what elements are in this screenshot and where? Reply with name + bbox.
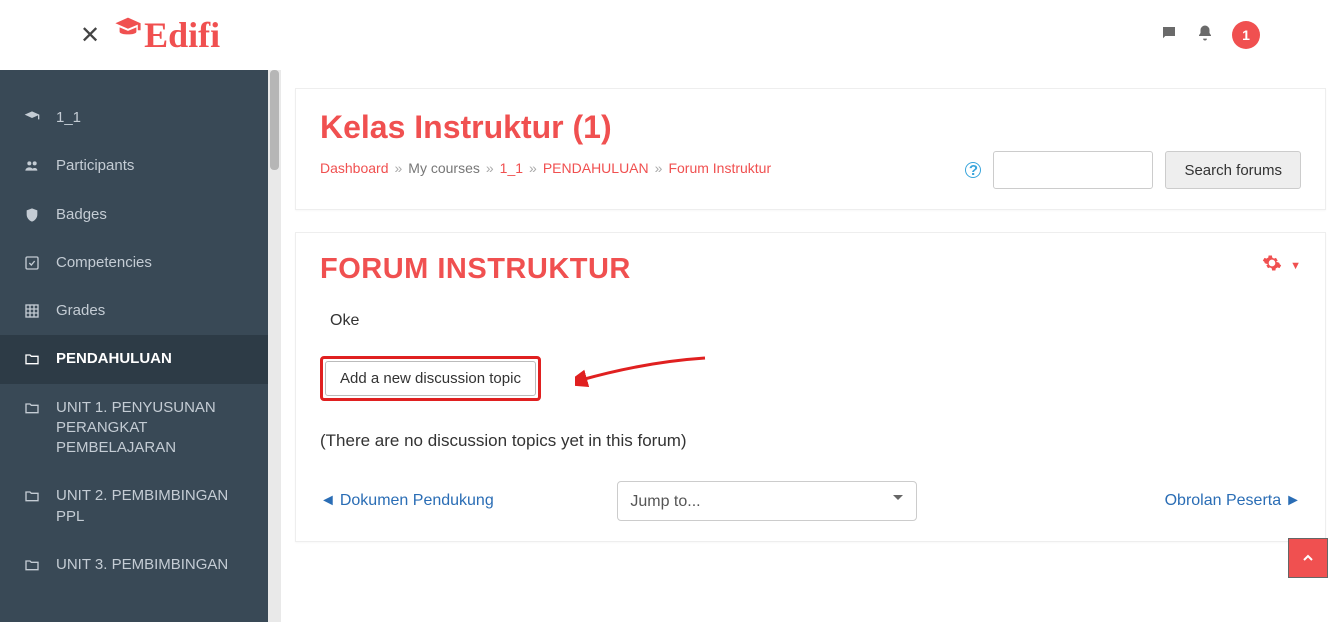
sidebar-item-grades[interactable]: Grades	[0, 287, 268, 335]
chevron-up-icon	[1300, 550, 1316, 566]
forum-search: Search forums	[993, 151, 1301, 189]
shield-icon	[22, 205, 42, 223]
search-forums-button[interactable]: Search forums	[1165, 151, 1301, 189]
page-title: Kelas Instruktur (1)	[320, 109, 771, 146]
brand-text: Edifi	[144, 14, 220, 56]
gear-icon	[1262, 253, 1282, 278]
help-icon[interactable]: ?	[965, 162, 981, 178]
next-activity-label: Obrolan Peserta	[1165, 492, 1282, 510]
navbar: ✕ Edifi 1	[0, 0, 1340, 70]
sidebar-scrollbar[interactable]	[268, 70, 281, 622]
navbar-right: 1	[1160, 21, 1260, 49]
search-input[interactable]	[993, 151, 1153, 189]
grid-icon	[22, 301, 42, 319]
jump-to-wrap: Jump to...	[617, 481, 917, 521]
main-content: Kelas Instruktur (1) Dashboard » My cour…	[281, 70, 1340, 622]
breadcrumb-sep: »	[395, 160, 403, 176]
sidebar-item-label: Participants	[56, 156, 254, 176]
sidebar-item-pendahuluan[interactable]: PENDAHULUAN	[0, 335, 268, 383]
folder-icon	[22, 486, 42, 504]
caret-down-icon: ▼	[1290, 260, 1301, 272]
notification-count-badge[interactable]: 1	[1232, 21, 1260, 49]
sidebar-item-badges[interactable]: Badges	[0, 191, 268, 239]
breadcrumb-sep: »	[655, 160, 663, 176]
check-square-icon	[22, 253, 42, 271]
add-topic-highlight: Add a new discussion topic	[320, 356, 541, 401]
sidebar-item-unit2[interactable]: UNIT 2. PEMBIMBINGAN PPL	[0, 472, 268, 541]
sidebar-item-label: UNIT 1. PENYUSUNAN PERANGKAT PEMBELAJARA…	[56, 398, 254, 459]
triangle-left-icon: ◄	[320, 492, 336, 510]
breadcrumb-sep: »	[529, 160, 537, 176]
jump-to-select[interactable]: Jump to...	[617, 481, 917, 521]
sidebar-item-participants[interactable]: Participants	[0, 142, 268, 190]
sidebar: 1_1 Participants Badges Competencies Gra…	[0, 70, 268, 622]
breadcrumb-topic[interactable]: PENDAHULUAN	[543, 160, 649, 176]
sidebar-item-label: UNIT 3. PEMBIMBINGAN	[56, 555, 254, 575]
activity-nav: ◄ Dokumen Pendukung Jump to... Obrolan P…	[320, 481, 1301, 521]
brand-logo[interactable]: Edifi	[114, 14, 220, 56]
add-discussion-button[interactable]: Add a new discussion topic	[325, 361, 536, 396]
breadcrumb: Dashboard » My courses » 1_1 » PENDAHULU…	[320, 160, 771, 176]
sidebar-item-label: Competencies	[56, 253, 254, 273]
sidebar-item-label: UNIT 2. PEMBIMBINGAN PPL	[56, 486, 254, 527]
sidebar-item-competencies[interactable]: Competencies	[0, 239, 268, 287]
next-activity-link[interactable]: Obrolan Peserta ►	[1165, 492, 1301, 510]
triangle-right-icon: ►	[1285, 492, 1301, 510]
no-discussions-message: (There are no discussion topics yet in t…	[320, 431, 1301, 451]
settings-dropdown[interactable]: ▼	[1262, 253, 1301, 278]
folder-icon	[22, 349, 42, 367]
sidebar-item-course[interactable]: 1_1	[0, 94, 268, 142]
forum-intro-text: Oke	[330, 312, 1301, 330]
sidebar-item-unit1[interactable]: UNIT 1. PENYUSUNAN PERANGKAT PEMBELAJARA…	[0, 384, 268, 473]
prev-activity-label: Dokumen Pendukung	[340, 492, 494, 510]
folder-icon	[22, 555, 42, 573]
annotation-arrow	[575, 356, 715, 401]
forum-card: FORUM INSTRUKTUR ▼ Oke Add a new discuss…	[295, 232, 1326, 542]
sidebar-item-label: PENDAHULUAN	[56, 349, 254, 369]
bell-icon[interactable]	[1196, 24, 1214, 47]
sidebar-item-label: Badges	[56, 205, 254, 225]
breadcrumb-sep: »	[486, 160, 494, 176]
close-drawer-icon[interactable]: ✕	[80, 21, 100, 50]
graduation-cap-icon	[22, 108, 42, 126]
users-icon	[22, 156, 42, 174]
messages-icon[interactable]	[1160, 24, 1178, 47]
scroll-to-top-button[interactable]	[1288, 538, 1328, 578]
prev-activity-link[interactable]: ◄ Dokumen Pendukung	[320, 492, 494, 510]
folder-icon	[22, 398, 42, 416]
graduation-cap-icon	[114, 16, 142, 36]
breadcrumb-mycourses: My courses	[408, 160, 480, 176]
breadcrumb-course[interactable]: 1_1	[500, 160, 523, 176]
sidebar-item-label: Grades	[56, 301, 254, 321]
sidebar-item-label: 1_1	[56, 108, 254, 128]
section-title: FORUM INSTRUKTUR	[320, 253, 631, 286]
header-card: Kelas Instruktur (1) Dashboard » My cour…	[295, 88, 1326, 210]
breadcrumb-dashboard[interactable]: Dashboard	[320, 160, 389, 176]
breadcrumb-page[interactable]: Forum Instruktur	[668, 160, 771, 176]
sidebar-item-unit3[interactable]: UNIT 3. PEMBIMBINGAN	[0, 541, 268, 589]
